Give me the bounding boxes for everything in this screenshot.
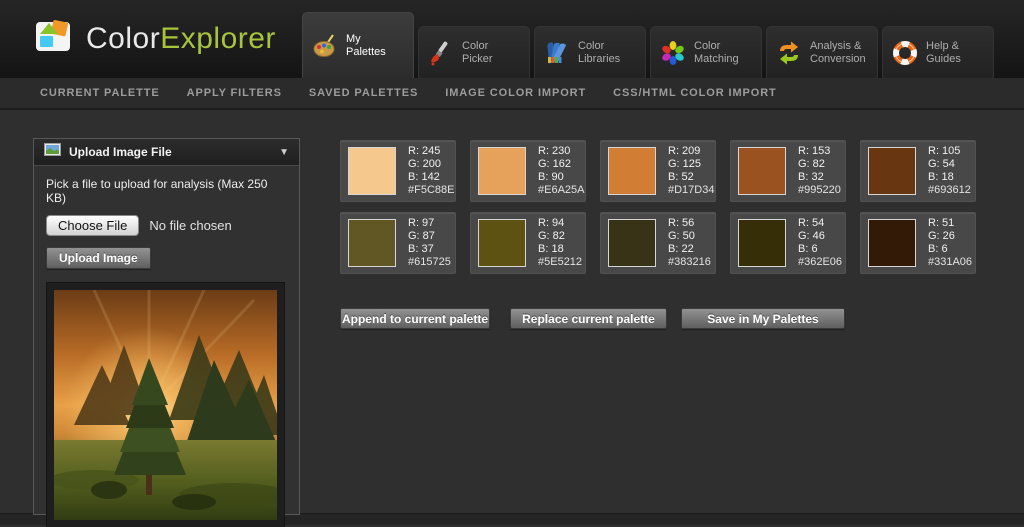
swatch-values: R: 245G: 200 B: 142#F5C88E: [408, 145, 454, 197]
conversion-arrows-icon: [776, 40, 802, 66]
imported-colors-area: R: 245G: 200 B: 142#F5C88E R: 230G: 162 …: [340, 140, 976, 329]
color-swatch: [868, 147, 916, 195]
upload-instruction-text: Pick a file to upload for analysis (Max …: [46, 177, 287, 205]
palette-icon: [312, 33, 338, 59]
upload-panel-title: Upload Image File: [69, 145, 271, 159]
palette-actions: Append to current palette Replace curren…: [340, 308, 976, 329]
tab-label: ColorLibraries: [578, 40, 620, 66]
swatch-card-2[interactable]: R: 230G: 162 B: 90#E6A25A: [470, 140, 586, 202]
tab-label: ColorPicker: [462, 40, 493, 66]
color-swatch: [868, 219, 916, 267]
swatch-card-8[interactable]: R: 56G: 50 B: 22#383216: [600, 212, 716, 274]
append-to-palette-button[interactable]: Append to current palette: [340, 308, 490, 329]
tab-label: Help &Guides: [926, 40, 961, 66]
swatch-values: R: 54G: 46 B: 6#362E06: [798, 217, 842, 269]
swatch-card-4[interactable]: R: 153G: 82 B: 32#995220: [730, 140, 846, 202]
subnav-current-palette[interactable]: CURRENT PALETTE: [40, 87, 160, 99]
swatch-values: R: 56G: 50 B: 22#383216: [668, 217, 711, 269]
tab-color-picker[interactable]: ColorPicker: [418, 26, 530, 78]
tab-label: Analysis &Conversion: [810, 40, 866, 66]
tab-label: MyPalettes: [346, 33, 386, 59]
app-title: ColorExplorer: [86, 22, 276, 56]
main-tabs: MyPalettes ColorPicker: [302, 12, 994, 78]
image-preview-frame: [46, 282, 285, 527]
swatch-fan-icon: [544, 40, 570, 66]
color-swatch: [478, 219, 526, 267]
color-swatch: [738, 219, 786, 267]
swatch-values: R: 94G: 82 B: 18#5E5212: [538, 217, 582, 269]
upload-panel-body: Pick a file to upload for analysis (Max …: [34, 166, 299, 527]
swatch-values: R: 153G: 82 B: 32#995220: [798, 145, 841, 197]
color-picker-brush-icon: [428, 40, 454, 66]
swatch-values: R: 97G: 87 B: 37#615725: [408, 217, 451, 269]
swatch-values: R: 51G: 26 B: 6#331A06: [928, 217, 972, 269]
swatch-row-2: R: 97G: 87 B: 37#615725 R: 94G: 82 B: 18…: [340, 212, 976, 274]
photo-thumbnail-icon: [44, 143, 61, 161]
swatch-card-3[interactable]: R: 209G: 125 B: 52#D17D34: [600, 140, 716, 202]
color-swatch: [608, 219, 656, 267]
swatch-card-6[interactable]: R: 97G: 87 B: 37#615725: [340, 212, 456, 274]
file-input-row: Choose File No file chosen: [46, 215, 287, 236]
tab-analysis-conversion[interactable]: Analysis &Conversion: [766, 26, 878, 78]
chevron-down-icon[interactable]: ▼: [279, 147, 289, 158]
main-content: Upload Image File ▼ Pick a file to uploa…: [0, 110, 1024, 513]
tab-my-palettes[interactable]: MyPalettes: [302, 12, 414, 78]
upload-image-panel: Upload Image File ▼ Pick a file to uploa…: [33, 138, 300, 515]
app-header: ColorExplorer MyPalettes: [0, 0, 1024, 78]
color-wheel-flower-icon: [660, 40, 686, 66]
upload-panel-header[interactable]: Upload Image File ▼: [34, 139, 299, 166]
swatch-values: R: 230G: 162 B: 90#E6A25A: [538, 145, 584, 197]
subnav-image-color-import[interactable]: IMAGE COLOR IMPORT: [445, 87, 586, 99]
swatch-card-7[interactable]: R: 94G: 82 B: 18#5E5212: [470, 212, 586, 274]
swatch-values: R: 209G: 125 B: 52#D17D34: [668, 145, 714, 197]
replace-palette-button[interactable]: Replace current palette: [510, 308, 667, 329]
swatch-values: R: 105G: 54 B: 18#693612: [928, 145, 971, 197]
subnav-apply-filters[interactable]: APPLY FILTERS: [187, 87, 282, 99]
life-ring-help-icon: [892, 40, 918, 66]
tab-label: ColorMatching: [694, 40, 739, 66]
upload-image-button[interactable]: Upload Image: [46, 247, 151, 269]
swatch-row-1: R: 245G: 200 B: 142#F5C88E R: 230G: 162 …: [340, 140, 976, 202]
color-swatch: [478, 147, 526, 195]
sub-navigation: CURRENT PALETTE APPLY FILTERS SAVED PALE…: [0, 78, 1024, 110]
color-swatch: [348, 147, 396, 195]
color-swatch: [738, 147, 786, 195]
tab-help-guides[interactable]: Help &Guides: [882, 26, 994, 78]
tab-color-libraries[interactable]: ColorLibraries: [534, 26, 646, 78]
color-swatch: [608, 147, 656, 195]
color-swatch: [348, 219, 396, 267]
tab-color-matching[interactable]: ColorMatching: [650, 26, 762, 78]
save-in-my-palettes-button[interactable]: Save in My Palettes: [681, 308, 845, 329]
no-file-chosen-text: No file chosen: [149, 218, 231, 233]
swatch-card-9[interactable]: R: 54G: 46 B: 6#362E06: [730, 212, 846, 274]
swatch-card-1[interactable]: R: 245G: 200 B: 142#F5C88E: [340, 140, 456, 202]
swatch-card-5[interactable]: R: 105G: 54 B: 18#693612: [860, 140, 976, 202]
choose-file-button[interactable]: Choose File: [46, 215, 139, 236]
colorexplorer-logo-icon: [34, 18, 74, 59]
app-logo[interactable]: ColorExplorer: [34, 18, 276, 59]
subnav-css-html-color-import[interactable]: CSS/HTML COLOR IMPORT: [613, 87, 777, 99]
uploaded-image-preview: [54, 290, 277, 520]
swatch-card-10[interactable]: R: 51G: 26 B: 6#331A06: [860, 212, 976, 274]
subnav-saved-palettes[interactable]: SAVED PALETTES: [309, 87, 418, 99]
